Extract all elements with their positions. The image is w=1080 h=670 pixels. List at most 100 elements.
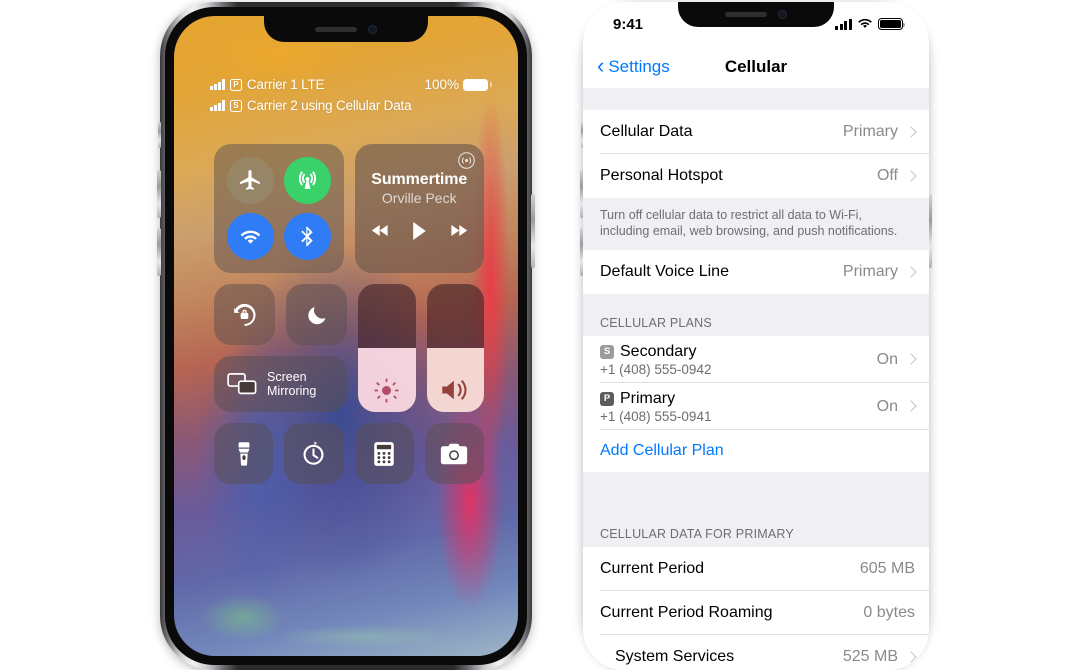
media-transport-controls xyxy=(371,221,468,245)
chevron-right-icon xyxy=(907,170,915,183)
calculator-icon xyxy=(374,441,394,466)
group-cellular-plans: S Secondary +1 (408) 555-0942 On P Prima… xyxy=(583,336,929,472)
rotation-lock-icon xyxy=(234,303,256,326)
signal-bars-icon xyxy=(210,100,225,111)
sim-p-badge-icon: P xyxy=(229,78,242,91)
camera-button[interactable] xyxy=(424,423,484,484)
add-cellular-plan-button[interactable]: Add Cellular Plan xyxy=(583,430,929,472)
row-value: 0 bytes xyxy=(863,604,915,621)
play-button[interactable] xyxy=(412,221,427,245)
mirror-label-line1: Screen xyxy=(267,370,307,384)
left-iphone-device: P Carrier 1 LTE 100% S Carrier 2 using C… xyxy=(157,2,535,670)
bluetooth-button[interactable] xyxy=(283,213,331,261)
airplay-audio-icon[interactable] xyxy=(458,152,475,169)
brightness-slider-fill xyxy=(358,348,416,412)
earpiece-speaker-icon xyxy=(315,26,357,32)
battery-full-icon xyxy=(463,78,492,91)
row-cellular-data[interactable]: Cellular Data Primary xyxy=(583,110,929,154)
brightness-slider[interactable] xyxy=(358,284,416,412)
plan-row-primary[interactable]: P Primary +1 (408) 555-0941 On xyxy=(583,383,929,430)
status-line-secondary: S Carrier 2 using Cellular Data xyxy=(210,95,488,116)
airplane-icon xyxy=(239,169,260,190)
fast-forward-button[interactable] xyxy=(449,223,468,243)
now-playing-title: Summertime xyxy=(371,170,468,188)
group-cellular-data: Cellular Data Primary Personal Hotspot O… xyxy=(583,110,929,198)
row-system-services[interactable]: System Services 525 MB xyxy=(583,635,929,670)
moon-icon xyxy=(307,306,325,324)
left-phone-volume-down-button[interactable] xyxy=(157,228,161,276)
chevron-left-icon: ‹ xyxy=(597,53,605,78)
rewind-button[interactable] xyxy=(371,223,390,243)
row-value: Primary xyxy=(842,123,898,140)
do-not-disturb-button[interactable] xyxy=(286,284,347,345)
flashlight-icon xyxy=(238,441,250,466)
back-to-settings-button[interactable]: ‹ Settings xyxy=(597,53,670,78)
airplane-mode-button[interactable] xyxy=(226,156,274,204)
left-phone-mute-switch[interactable] xyxy=(158,122,161,148)
add-cellular-plan-label: Add Cellular Plan xyxy=(600,442,724,459)
timer-button[interactable] xyxy=(284,423,344,484)
rotation-lock-button[interactable] xyxy=(214,284,275,345)
plan-row-secondary[interactable]: S Secondary +1 (408) 555-0942 On xyxy=(583,336,929,383)
cellular-data-header-area: CELLULAR DATA FOR PRIMARY xyxy=(583,472,929,547)
brightness-sun-icon xyxy=(374,377,399,403)
left-phone-notch xyxy=(264,16,428,42)
play-icon xyxy=(412,221,426,240)
plan-name: Secondary xyxy=(620,342,697,360)
status-indicators xyxy=(834,16,906,33)
control-center-status-bar: P Carrier 1 LTE 100% S Carrier 2 using C… xyxy=(210,74,492,116)
flashlight-button[interactable] xyxy=(214,423,274,484)
row-value: 605 MB xyxy=(859,560,915,577)
cc-row-2: Screen Mirroring xyxy=(214,284,484,412)
cellular-data-footnote: Turn off cellular data to restrict all d… xyxy=(583,198,929,250)
chevron-right-icon xyxy=(907,651,915,664)
right-phone-screen: 9:41 ‹ Settings Cellular Cellular Data P… xyxy=(583,2,929,670)
status-line-primary: P Carrier 1 LTE 100% xyxy=(210,74,492,95)
sim-s-badge-icon: S xyxy=(600,344,614,359)
camera-icon xyxy=(441,443,468,464)
list-top-gap xyxy=(583,88,929,110)
timer-icon xyxy=(303,441,324,465)
navigation-bar: ‹ Settings Cellular xyxy=(583,46,929,88)
row-label: Cellular Data xyxy=(600,123,693,140)
wifi-icon xyxy=(240,230,261,244)
front-camera-icon xyxy=(778,10,787,19)
wifi-button[interactable] xyxy=(226,213,274,261)
cellular-plans-header: CELLULAR PLANS xyxy=(583,294,929,336)
carrier-2-label: Carrier 2 using Cellular Data xyxy=(246,98,412,113)
battery-percent-label: 100% xyxy=(424,77,459,92)
now-playing-module[interactable]: Summertime Orville Peck xyxy=(354,144,484,273)
sim-p-badge-icon: P xyxy=(600,391,614,406)
volume-speaker-icon xyxy=(442,379,467,401)
cellular-plans-header-area: CELLULAR PLANS xyxy=(583,294,929,336)
calculator-button[interactable] xyxy=(354,423,414,484)
volume-slider[interactable] xyxy=(426,284,484,412)
battery-full-icon xyxy=(878,18,906,30)
fast-forward-icon xyxy=(451,224,467,237)
connectivity-module[interactable] xyxy=(214,144,344,273)
left-phone-power-button[interactable] xyxy=(531,194,535,268)
status-clock: 9:41 xyxy=(613,15,644,33)
group-cellular-data-usage: Current Period 605 MB Current Period Roa… xyxy=(583,547,929,670)
cellular-data-button[interactable] xyxy=(283,156,331,204)
sim-s-badge-icon: S xyxy=(229,99,242,112)
chevron-right-icon xyxy=(907,126,915,139)
settings-list[interactable]: Cellular Data Primary Personal Hotspot O… xyxy=(583,88,929,670)
left-phone-volume-up-button[interactable] xyxy=(157,170,161,218)
cc-row-3 xyxy=(214,423,484,484)
battery-status: 100% xyxy=(424,77,492,92)
chevron-right-icon xyxy=(907,266,915,279)
screen-mirroring-button[interactable]: Screen Mirroring xyxy=(214,356,347,412)
plan-title: P Primary xyxy=(600,390,711,408)
group-default-voice-line: Default Voice Line Primary xyxy=(583,250,929,294)
plan-number: +1 (408) 555-0942 xyxy=(600,361,712,377)
plan-status: On xyxy=(876,397,898,415)
wifi-icon xyxy=(857,16,873,33)
front-camera-icon xyxy=(368,24,377,34)
row-personal-hotspot[interactable]: Personal Hotspot Off xyxy=(583,154,929,198)
row-default-voice-line[interactable]: Default Voice Line Primary xyxy=(583,250,929,294)
row-current-period-roaming: Current Period Roaming 0 bytes xyxy=(583,591,929,635)
plan-title: S Secondary xyxy=(600,343,711,361)
row-value: Off xyxy=(876,167,898,184)
row-value: 525 MB xyxy=(842,648,898,665)
